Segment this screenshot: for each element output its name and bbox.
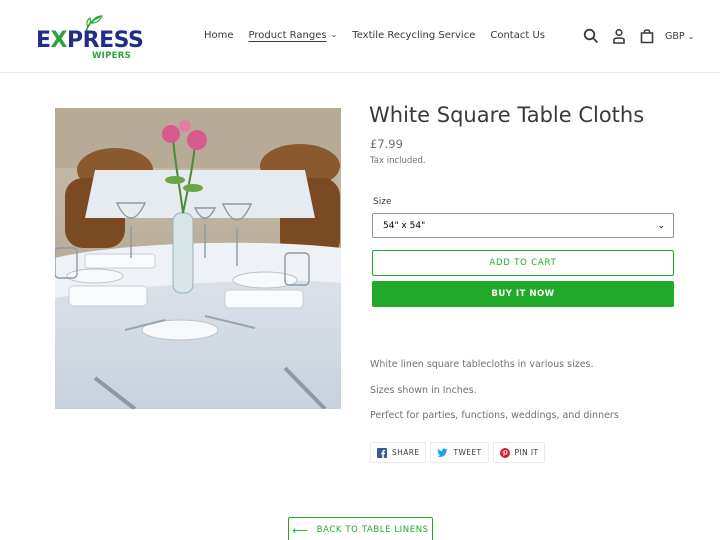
nav-item-label: Home	[204, 30, 234, 41]
brand-logo[interactable]: EXPRESS WIPERS	[36, 14, 144, 62]
share-label: SHARE	[392, 448, 420, 457]
nav-item-contact[interactable]: Contact Us	[490, 30, 545, 41]
product-title: White Square Table Cloths	[369, 103, 645, 127]
nav-item-label: Contact Us	[490, 30, 545, 41]
share-label: TWEET	[453, 448, 482, 457]
buy-now-button[interactable]: BUY IT NOW	[372, 281, 674, 307]
account-icon[interactable]	[611, 28, 627, 44]
nav-item-label: Textile Recycling Service	[352, 30, 476, 41]
chevron-down-icon: ⌄	[687, 31, 695, 41]
main-nav: Home Product Ranges ⌄ Textile Recycling S…	[204, 30, 560, 41]
description-line: White linen square tablecloths in variou…	[370, 359, 594, 370]
site-header: EXPRESS WIPERS Home Product Ranges ⌄ Text…	[0, 0, 720, 73]
product-price: £7.99	[370, 137, 403, 151]
cart-icon[interactable]	[639, 28, 655, 44]
arrow-left-icon: ⟵	[292, 523, 309, 537]
add-to-cart-button[interactable]: ADD TO CART	[372, 250, 674, 276]
description-line: Sizes shown in Inches.	[370, 385, 477, 396]
social-share: SHARE TWEET PIN IT	[370, 442, 549, 463]
product-image[interactable]	[55, 108, 341, 409]
share-label: PIN IT	[514, 448, 539, 457]
chevron-down-icon: ⌄	[330, 30, 338, 39]
back-to-collection-button[interactable]: ⟵ BACK TO TABLE LINENS	[288, 517, 433, 540]
tax-note: Tax included.	[370, 156, 426, 166]
logo-main-text: EXPRESS	[36, 28, 144, 53]
nav-item-label: Product Ranges	[248, 30, 327, 41]
logo-sub-text: WIPERS	[92, 51, 132, 61]
twitter-icon	[437, 448, 448, 457]
nav-item-home[interactable]: Home	[204, 30, 234, 41]
pinterest-icon	[499, 447, 510, 458]
share-twitter-button[interactable]: TWEET	[430, 442, 489, 463]
description-line: Perfect for parties, functions, weddings…	[370, 410, 619, 421]
size-label: Size	[373, 197, 392, 207]
chevron-down-icon: ⌄	[657, 221, 665, 231]
header-actions: GBP ⌄	[583, 28, 694, 44]
size-select[interactable]: 54" x 54" ⌄	[372, 213, 674, 238]
currency-selector[interactable]: GBP ⌄	[665, 31, 694, 42]
search-icon[interactable]	[583, 28, 599, 44]
back-link-label: BACK TO TABLE LINENS	[316, 525, 429, 535]
size-value: 54" x 54"	[383, 221, 426, 231]
facebook-icon	[377, 447, 387, 458]
nav-item-product-ranges[interactable]: Product Ranges ⌄	[249, 30, 338, 41]
currency-label: GBP	[665, 30, 685, 42]
nav-item-textile-recycling[interactable]: Textile Recycling Service	[352, 30, 475, 41]
table-cloth-photo	[55, 108, 341, 409]
share-facebook-button[interactable]: SHARE	[370, 442, 427, 463]
share-pinterest-button[interactable]: PIN IT	[492, 442, 546, 463]
